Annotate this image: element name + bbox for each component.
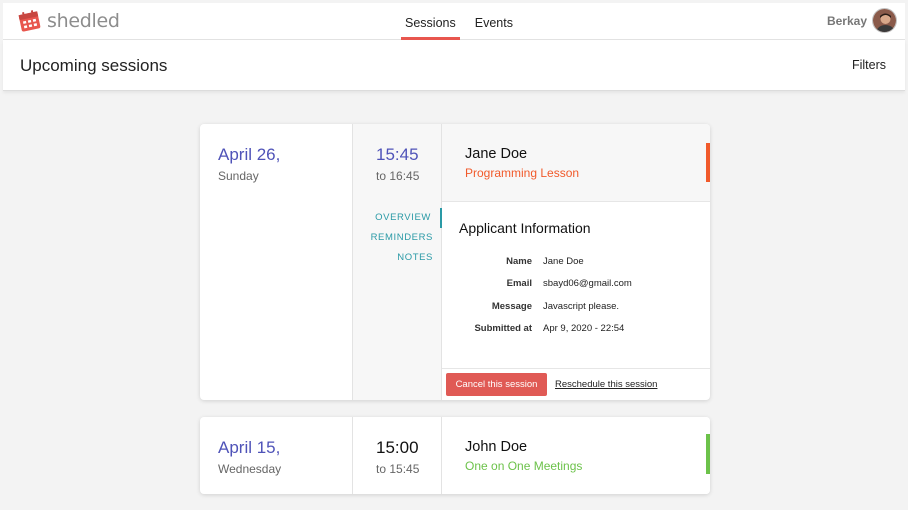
nav-events[interactable]: Events <box>471 3 517 40</box>
info-row-message: Message Javascript please. <box>459 295 632 318</box>
info-value: Javascript please. <box>543 300 620 312</box>
session-header[interactable]: Jane Doe Programming Lesson <box>442 124 710 202</box>
session-card[interactable]: April 15, Wednesday 15:00 to 15:45 John … <box>200 417 710 494</box>
session-weekday: Sunday <box>218 169 259 183</box>
session-date-column: April 26, Sunday <box>200 124 353 400</box>
user-menu[interactable]: Berkay <box>827 8 897 33</box>
session-end-time: to 15:45 <box>376 462 420 476</box>
session-weekday: Wednesday <box>218 462 282 476</box>
session-main-column: Jane Doe Programming Lesson Applicant In… <box>442 124 710 400</box>
info-label: Submitted at <box>474 323 532 335</box>
filters-button[interactable]: Filters <box>852 58 886 72</box>
session-time-column: 15:00 to 15:45 <box>353 417 442 494</box>
cancel-session-button[interactable]: Cancel this session <box>446 373 547 396</box>
info-label: Name <box>506 255 532 267</box>
info-row-submitted-at: Submitted at Apr 9, 2020 - 22:54 <box>459 318 632 341</box>
session-time-column: 15:45 to 16:45 OVERVIEW REMINDERS NOTES <box>353 124 442 400</box>
info-row-email: Email sbayd06@gmail.com <box>459 273 632 296</box>
logo-text: shedled <box>47 10 120 32</box>
page-header: Upcoming sessions Filters <box>3 40 905 91</box>
user-avatar-icon <box>873 9 896 32</box>
session-header[interactable]: John Doe One on One Meetings <box>442 417 710 494</box>
session-type: Programming Lesson <box>465 166 580 180</box>
top-nav-bar: shedled Sessions Events Berkay <box>3 3 905 40</box>
session-start-time: 15:00 <box>376 438 419 457</box>
session-type: One on One Meetings <box>465 459 583 473</box>
info-row-name: Name Jane Doe <box>459 250 632 273</box>
session-person-name: John Doe <box>465 439 528 455</box>
session-date: April 15, <box>218 438 281 457</box>
info-label: Message <box>491 300 532 312</box>
session-main-column: John Doe One on One Meetings <box>442 417 710 494</box>
tab-reminders[interactable]: REMINDERS <box>353 228 442 248</box>
main-nav: Sessions Events <box>401 3 517 40</box>
page-title: Upcoming sessions <box>20 56 168 75</box>
applicant-info-table: Name Jane Doe Email sbayd06@gmail.com Me… <box>459 250 632 341</box>
app-logo[interactable]: shedled <box>17 8 120 34</box>
avatar[interactable] <box>872 8 897 33</box>
nav-sessions[interactable]: Sessions <box>401 3 460 40</box>
session-detail-tabs: OVERVIEW REMINDERS NOTES <box>353 208 442 268</box>
session-card: April 26, Sunday 15:45 to 16:45 OVERVIEW… <box>200 124 710 400</box>
reschedule-session-link[interactable]: Reschedule this session <box>555 379 657 390</box>
info-value: Jane Doe <box>543 255 584 267</box>
session-end-time: to 16:45 <box>376 169 420 183</box>
session-type-color-bar <box>706 143 710 182</box>
session-person-name: Jane Doe <box>465 146 528 162</box>
session-date: April 26, <box>218 145 281 164</box>
session-type-color-bar <box>706 434 710 474</box>
session-start-time: 15:45 <box>376 145 419 164</box>
tab-overview[interactable]: OVERVIEW <box>353 208 442 228</box>
info-value: Apr 9, 2020 - 22:54 <box>543 323 625 335</box>
session-date-column: April 15, Wednesday <box>200 417 353 494</box>
calendar-logo-icon <box>18 10 41 32</box>
tab-notes[interactable]: NOTES <box>353 248 442 268</box>
applicant-info-title: Applicant Information <box>459 220 591 236</box>
info-value: sbayd06@gmail.com <box>543 278 632 290</box>
user-name: Berkay <box>826 13 867 28</box>
info-label: Email <box>506 278 532 290</box>
session-actions: Cancel this session Reschedule this sess… <box>442 368 710 400</box>
